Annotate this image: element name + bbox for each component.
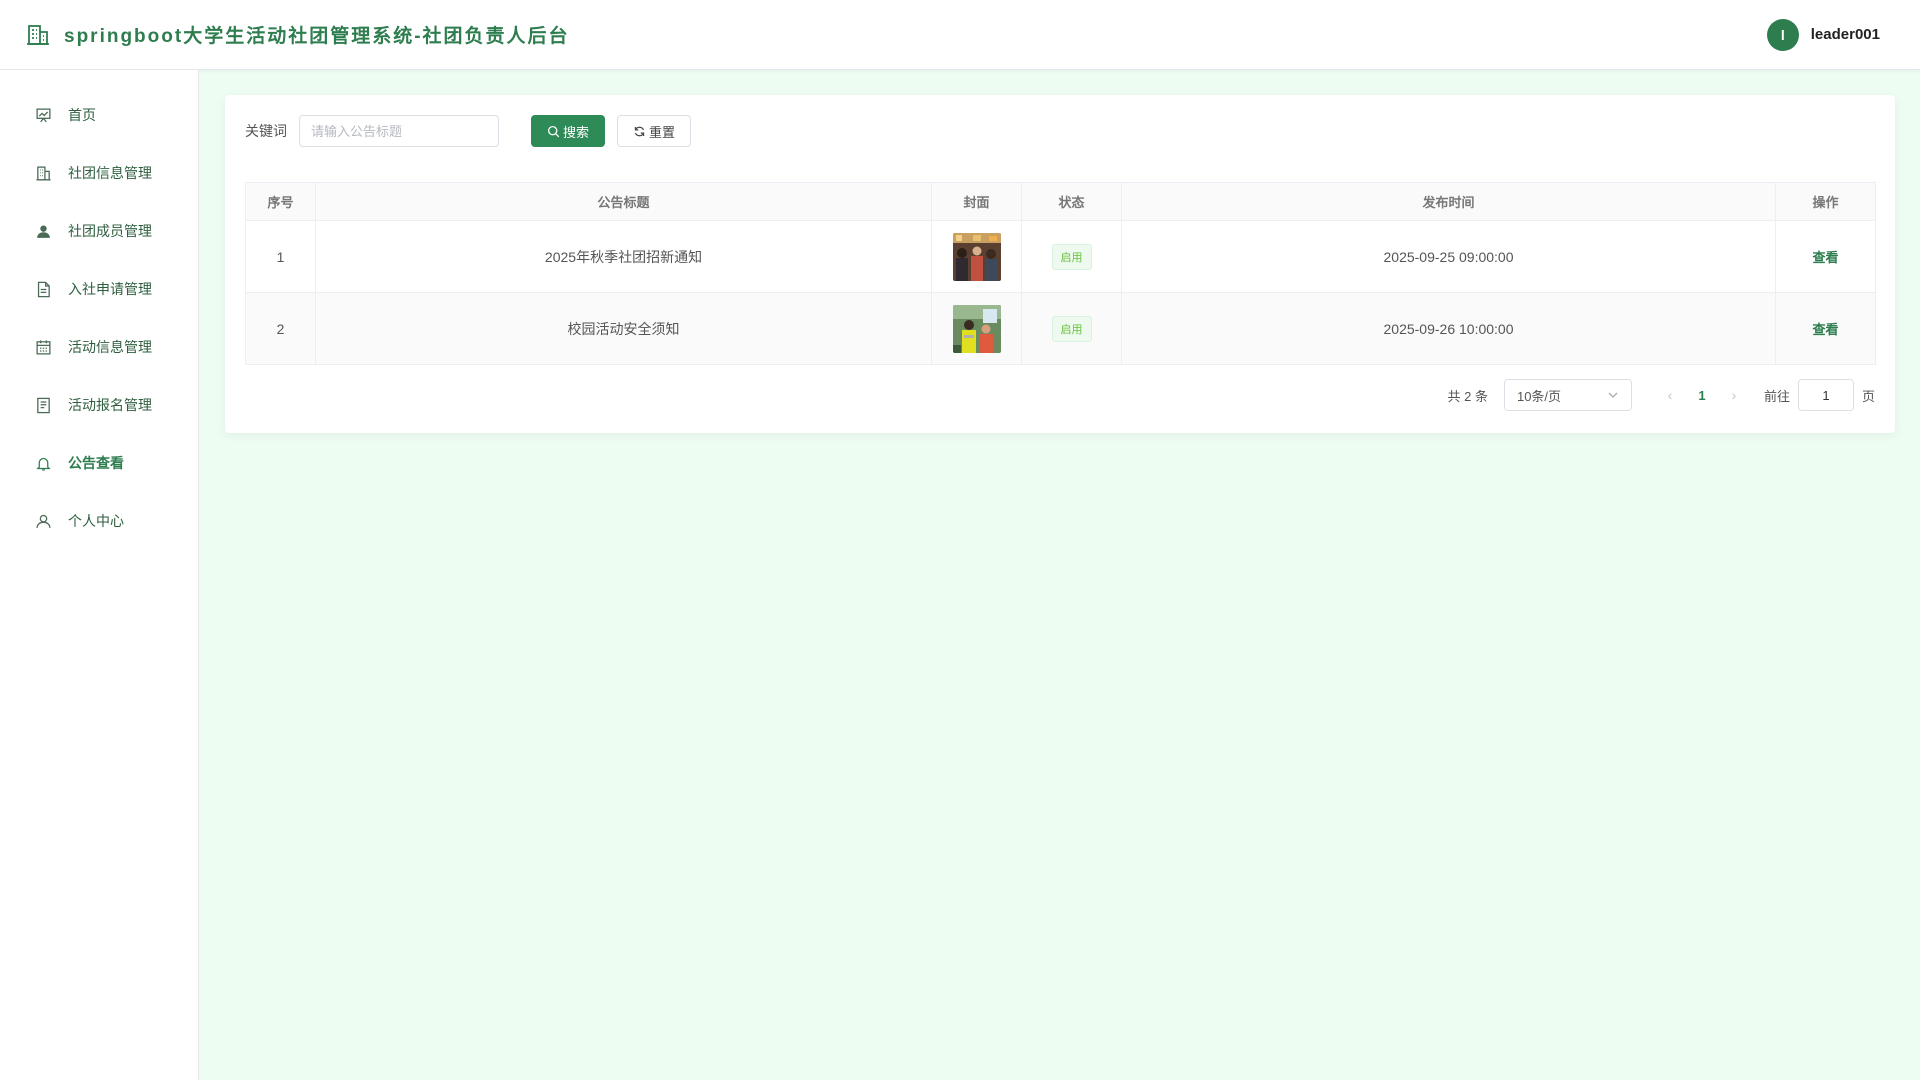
sidebar-item-applications[interactable]: 入社申请管理 — [0, 260, 198, 318]
refresh-icon — [634, 126, 645, 136]
cell-status: 启用 — [1021, 220, 1122, 293]
home-icon — [36, 107, 51, 122]
sidebar-item-home[interactable]: 首页 — [0, 86, 198, 144]
brand: springboot大学生活动社团管理系统-社团负责人后台 — [26, 21, 570, 48]
cell-title: 校园活动安全须知 — [315, 292, 932, 365]
search-button-label: 搜索 — [563, 124, 590, 140]
app-title: springboot大学生活动社团管理系统-社团负责人后台 — [64, 26, 570, 47]
search-label: 关键词 — [245, 123, 287, 139]
column-header-index: 序号 — [245, 182, 316, 221]
cell-cover — [931, 292, 1022, 365]
cell-publish-time: 2025-09-25 09:00:00 — [1121, 220, 1776, 293]
sidebar-item-label: 社团成员管理 — [68, 223, 152, 239]
search-icon — [547, 125, 560, 137]
cell-title: 2025年秋季社团招新通知 — [315, 220, 932, 293]
goto-label: 前往 — [1763, 388, 1790, 404]
sidebar: 首页 社团信息管理 社团成员管理 入社申请管理 活动信息管理 活动报名管理 公告… — [0, 70, 199, 1080]
column-header-status: 状态 — [1021, 182, 1122, 221]
column-header-publish-time: 发布时间 — [1121, 182, 1776, 221]
sidebar-item-label: 个人中心 — [68, 513, 124, 529]
avatar[interactable]: l — [1766, 18, 1799, 51]
sidebar-item-label: 活动信息管理 — [68, 339, 152, 355]
cell-cover — [931, 220, 1022, 293]
building-icon — [36, 165, 51, 181]
sidebar-item-label: 活动报名管理 — [68, 397, 152, 413]
search-input[interactable] — [299, 115, 499, 147]
sidebar-item-label: 入社申请管理 — [68, 281, 152, 297]
status-badge: 启用 — [1051, 243, 1092, 270]
building-icon — [27, 24, 49, 45]
cell-publish-time: 2025-09-26 10:00:00 — [1121, 292, 1776, 365]
user-menu[interactable]: l leader001 — [1766, 18, 1880, 51]
pagination: 共 2 条 10条/页 ‹ 1 › 前往 页 — [245, 379, 1875, 411]
page-size-select[interactable]: 10条/页 — [1503, 379, 1632, 411]
sidebar-item-label: 首页 — [68, 107, 96, 123]
cell-actions: 查看 — [1775, 220, 1876, 293]
search-button[interactable]: 搜索 — [531, 115, 606, 147]
sidebar-item-label: 社团信息管理 — [68, 165, 152, 181]
goto-page-input[interactable] — [1797, 379, 1854, 411]
sidebar-item-registrations[interactable]: 活动报名管理 — [0, 376, 198, 434]
sidebar-item-profile[interactable]: 个人中心 — [0, 492, 198, 550]
reset-button-label: 重置 — [649, 124, 676, 140]
sidebar-item-announcements[interactable]: 公告查看 — [0, 434, 198, 492]
cell-status: 启用 — [1021, 292, 1122, 365]
chevron-down-icon — [1608, 392, 1618, 398]
sidebar-item-club-info[interactable]: 社团信息管理 — [0, 144, 198, 202]
column-header-cover: 封面 — [931, 182, 1022, 221]
announcement-table: 序号 公告标题 封面 状态 发布时间 操作 1 2025年秋季社团招新通知 启用… — [245, 182, 1876, 365]
document-icon — [37, 281, 50, 297]
person-icon — [36, 514, 51, 528]
cover-thumbnail[interactable] — [952, 304, 1001, 353]
search-bar: 关键词 搜索 重置 — [245, 115, 1875, 147]
table-row: 1 2025年秋季社团招新通知 启用 2025-09-25 09:00:00 查… — [245, 220, 1876, 293]
list-icon — [37, 397, 50, 413]
goto-suffix: 页 — [1861, 388, 1875, 404]
view-button[interactable]: 查看 — [1812, 322, 1838, 337]
reset-button[interactable]: 重置 — [617, 115, 692, 147]
table-header-row: 序号 公告标题 封面 状态 发布时间 操作 — [245, 182, 1876, 221]
view-button[interactable]: 查看 — [1812, 250, 1838, 265]
status-badge: 启用 — [1051, 315, 1092, 342]
column-header-title: 公告标题 — [315, 182, 932, 221]
sidebar-item-label: 公告查看 — [68, 455, 124, 471]
sidebar-item-members[interactable]: 社团成员管理 — [0, 202, 198, 260]
table-row: 2 校园活动安全须知 启用 2025-09-26 10:00:00 查看 — [245, 292, 1876, 365]
next-page-button[interactable]: › — [1720, 387, 1748, 403]
page-size-value: 10条/页 — [1516, 388, 1562, 404]
top-header: springboot大学生活动社团管理系统-社团负责人后台 l leader00… — [0, 0, 1920, 70]
calendar-icon — [36, 339, 51, 355]
prev-page-button[interactable]: ‹ — [1656, 387, 1684, 403]
cell-index: 1 — [245, 220, 316, 293]
sidebar-item-activities[interactable]: 活动信息管理 — [0, 318, 198, 376]
username[interactable]: leader001 — [1811, 26, 1880, 43]
page-number-current[interactable]: 1 — [1684, 388, 1720, 403]
column-header-actions: 操作 — [1775, 182, 1876, 221]
user-icon — [37, 224, 50, 238]
cover-thumbnail[interactable] — [952, 232, 1001, 281]
pagination-total: 共 2 条 — [1447, 388, 1488, 404]
announcement-panel: 关键词 搜索 重置 序号 公告标题 封面 状态 发布时间 — [225, 95, 1895, 433]
bell-icon — [36, 457, 51, 471]
cell-actions: 查看 — [1775, 292, 1876, 365]
cell-index: 2 — [245, 292, 316, 365]
